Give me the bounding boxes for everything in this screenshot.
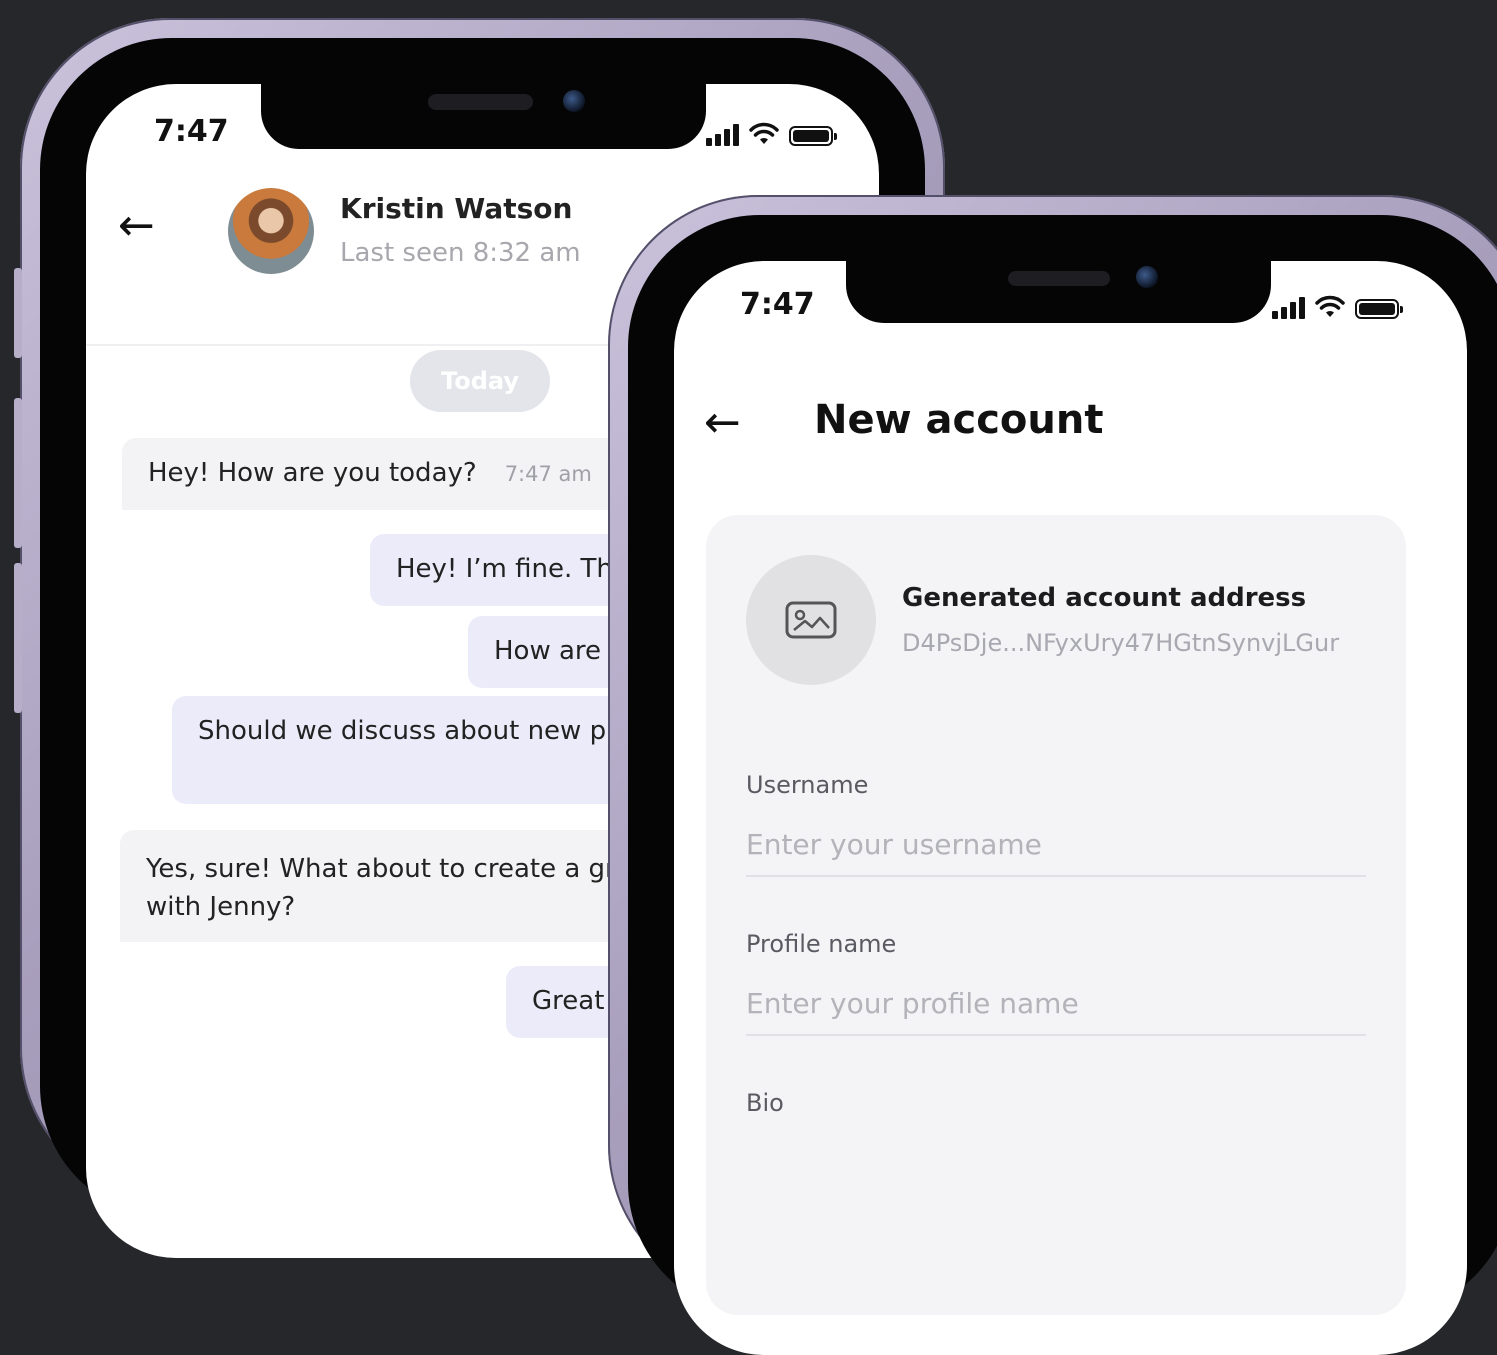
profile-name-label: Profile name [746,930,897,958]
message-text: Hey! How are you today? [148,458,477,488]
account-screen: 7:47 ← New account Generated account add… [674,261,1467,1355]
notch [846,261,1271,323]
message-text: Should we discuss about new p [198,716,607,746]
wifi-icon [749,122,779,144]
message-text: Great [532,986,605,1016]
message-bubble[interactable]: Hey! How are you today? 7:47 am [122,438,632,510]
signal-icon [1272,297,1305,319]
status-time: 7:47 [740,287,815,322]
message-bubble[interactable]: Yes, sure! What about to create a gr wit… [120,830,680,942]
back-arrow-icon[interactable]: ← [118,204,155,248]
notch [261,84,706,149]
account-address: D4PsDje...NFyxUry47HGtnSynvjLGur [902,629,1340,657]
contact-name: Kristin Watson [340,192,573,225]
front-camera [1136,266,1158,288]
side-button [14,563,22,713]
profile-name-input[interactable] [746,972,1366,1036]
speaker [428,94,533,110]
side-button [14,398,22,548]
page-title: New account [814,397,1104,443]
account-phone: 7:47 ← New account Generated account add… [608,195,1497,1355]
back-arrow-icon[interactable]: ← [704,401,741,445]
avatar[interactable] [228,188,314,274]
battery-icon [789,126,837,146]
username-input[interactable] [746,813,1366,877]
bio-label: Bio [746,1089,784,1117]
date-divider: Today [410,350,550,412]
image-icon [785,601,837,639]
status-icons [706,122,837,146]
message-time: 7:47 am [504,462,592,486]
status-icons [1272,295,1403,319]
message-bubble[interactable]: Should we discuss about new p [172,696,672,804]
message-text: How are [494,636,602,666]
username-label: Username [746,771,869,799]
message-text: Hey! I’m fine. Th [396,554,613,584]
side-button [14,268,22,358]
message-text: with Jenny? [146,892,296,922]
wifi-icon [1315,295,1345,317]
address-title: Generated account address [902,583,1307,613]
contact-last-seen: Last seen 8:32 am [340,238,581,268]
account-image-button[interactable] [746,555,876,685]
front-camera [563,90,585,112]
signal-icon [706,124,739,146]
status-time: 7:47 [154,114,229,149]
message-text: Yes, sure! What about to create a gr [146,854,616,884]
speaker [1008,271,1110,286]
battery-icon [1355,299,1403,319]
account-form-card: Generated account address D4PsDje...NFyx… [706,515,1406,1315]
